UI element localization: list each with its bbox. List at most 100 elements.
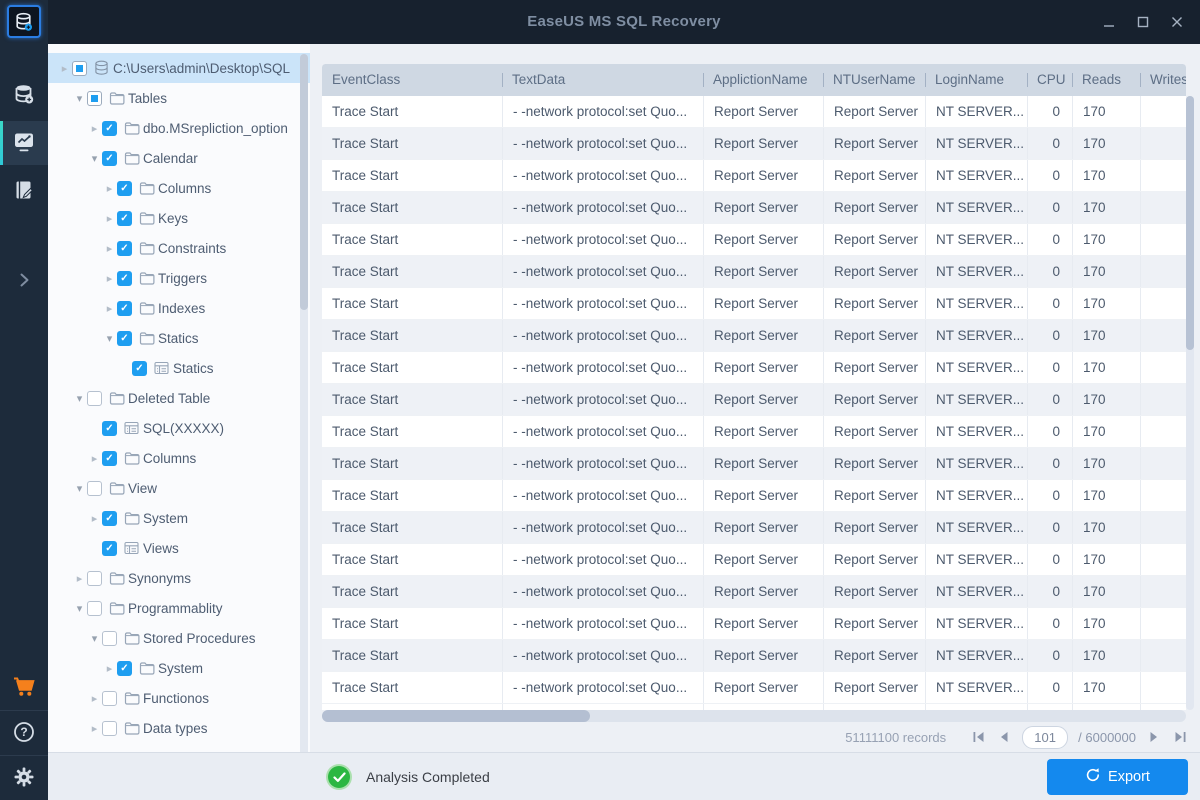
tree-item-c-users-admin-desktop-sql[interactable]: ▸ C:\Users\admin\Desktop\SQL	[48, 53, 310, 83]
table-row[interactable]: Trace Start - -network protocol:set Quo..…	[322, 416, 1186, 448]
tree-checkbox[interactable]	[87, 390, 102, 406]
tree-item-view[interactable]: ▾ View	[48, 473, 310, 503]
next-page-button[interactable]	[1146, 729, 1162, 745]
tree-expand-arrow-icon[interactable]: ▸	[88, 722, 101, 735]
table-row[interactable]: Trace Start - -network protocol:set Quo..…	[322, 160, 1186, 192]
tree-expand-arrow-icon[interactable]: ▸	[88, 122, 101, 135]
tree-item-tables[interactable]: ▾ Tables	[48, 83, 310, 113]
tree-expand-arrow-icon[interactable]: ▾	[88, 152, 101, 165]
tree-checkbox[interactable]: ✓	[102, 510, 117, 526]
page-number-input[interactable]	[1022, 725, 1069, 749]
tree-checkbox[interactable]: ✓	[102, 540, 117, 556]
tree-expand-arrow-icon[interactable]: ▸	[73, 572, 86, 585]
column-header-writes[interactable]: Writes	[1140, 64, 1186, 96]
tree-item-triggers[interactable]: ▸ ✓ Triggers	[48, 263, 310, 293]
tree-checkbox[interactable]: ✓	[102, 150, 117, 166]
tree-checkbox[interactable]	[87, 480, 102, 496]
last-page-button[interactable]	[1172, 729, 1188, 745]
table-row[interactable]: Trace Start - -network protocol:set Quo..…	[322, 288, 1186, 320]
tree-item-views[interactable]: ✓ Views	[48, 533, 310, 563]
tree-checkbox[interactable]	[72, 60, 87, 76]
tree-expand-arrow-icon[interactable]: ▸	[103, 182, 116, 195]
table-row[interactable]: Trace Start - -network protocol:set Quo..…	[322, 352, 1186, 384]
table-row[interactable]: Trace Start - -network protocol:set Quo..…	[322, 640, 1186, 672]
tree-item-calendar[interactable]: ▾ ✓ Calendar	[48, 143, 310, 173]
sidebar-item-cart[interactable]	[0, 666, 48, 710]
tree-expand-arrow-icon[interactable]: ▾	[73, 92, 86, 105]
tree-item-programmablity[interactable]: ▾ Programmablity	[48, 593, 310, 623]
tree-item-statics[interactable]: ▾ ✓ Statics	[48, 323, 310, 353]
tree-checkbox[interactable]: ✓	[117, 180, 132, 196]
column-header-eventclass[interactable]: EventClass	[322, 64, 502, 96]
table-row[interactable]: Trace Start - -network protocol:set Quo..…	[322, 512, 1186, 544]
table-row[interactable]: Trace Start - -network protocol:set Quo..…	[322, 128, 1186, 160]
table-row[interactable]: Trace Start - -network protocol:set Quo..…	[322, 256, 1186, 288]
tree-checkbox[interactable]	[102, 720, 117, 736]
table-row[interactable]: Trace Start - -network protocol:set Quo..…	[322, 224, 1186, 256]
tree-item-functionos[interactable]: ▸ Functionos	[48, 683, 310, 713]
tree-item-data-types[interactable]: ▸ Data types	[48, 713, 310, 743]
tree-item-sql-xxxxx-[interactable]: ✓ SQL(XXXXX)	[48, 413, 310, 443]
sidebar-collapse-chevron[interactable]	[0, 259, 48, 303]
table-row[interactable]: Trace Start - -network protocol:set Quo..…	[322, 96, 1186, 128]
tree-item-synonyms[interactable]: ▸ Synonyms	[48, 563, 310, 593]
tree-item-columns[interactable]: ▸ ✓ Columns	[48, 443, 310, 473]
tree-expand-arrow-icon[interactable]: ▾	[73, 392, 86, 405]
tree-item-constraints[interactable]: ▸ ✓ Constraints	[48, 233, 310, 263]
tree-item-statics[interactable]: ✓ Statics	[48, 353, 310, 383]
tree-expand-arrow-icon[interactable]: ▸	[88, 512, 101, 525]
column-header-cpu[interactable]: CPU	[1027, 64, 1072, 96]
tree-item-columns[interactable]: ▸ ✓ Columns	[48, 173, 310, 203]
table-row[interactable]: Trace Start - -network protocol:set Quo..…	[322, 544, 1186, 576]
tree-item-system[interactable]: ▸ ✓ System	[48, 503, 310, 533]
sidebar-item-settings[interactable]	[0, 756, 48, 800]
tree-item-stored-procedures[interactable]: ▾ Stored Procedures	[48, 623, 310, 653]
tree-checkbox[interactable]	[87, 570, 102, 586]
previous-page-button[interactable]	[996, 729, 1012, 745]
table-row[interactable]: Trace Start - -network protocol:set Quo..…	[322, 608, 1186, 640]
tree-expand-arrow-icon[interactable]: ▾	[73, 482, 86, 495]
tree-scrollbar-thumb[interactable]	[300, 54, 308, 310]
tree-item-keys[interactable]: ▸ ✓ Keys	[48, 203, 310, 233]
tree-expand-arrow-icon[interactable]: ▾	[103, 332, 116, 345]
export-button[interactable]: Export	[1047, 759, 1188, 795]
tree-item-deleted-table[interactable]: ▾ Deleted Table	[48, 383, 310, 413]
column-header-loginname[interactable]: LoginName	[925, 64, 1027, 96]
table-horizontal-scrollbar-track[interactable]	[322, 710, 1186, 722]
tree-item-dbo-msrepliction-option[interactable]: ▸ ✓ dbo.MSrepliction_option	[48, 113, 310, 143]
tree-expand-arrow-icon[interactable]: ▾	[88, 632, 101, 645]
maximize-button[interactable]	[1130, 9, 1156, 35]
tree-checkbox[interactable]	[102, 630, 117, 646]
column-header-applictionname[interactable]: ApplictionName	[703, 64, 823, 96]
tree-expand-arrow-icon[interactable]: ▸	[58, 62, 71, 75]
table-row[interactable]: Trace Start - -network protocol:set Quo..…	[322, 320, 1186, 352]
table-vertical-scrollbar-thumb[interactable]	[1186, 96, 1194, 350]
tree-checkbox[interactable]	[102, 690, 117, 706]
table-vertical-scrollbar-track[interactable]	[1186, 96, 1194, 710]
minimize-button[interactable]	[1096, 9, 1122, 35]
tree-checkbox[interactable]: ✓	[117, 660, 132, 676]
tree-checkbox[interactable]	[87, 600, 102, 616]
tree-expand-arrow-icon[interactable]: ▾	[73, 602, 86, 615]
tree-checkbox[interactable]: ✓	[117, 300, 132, 316]
tree-expand-arrow-icon[interactable]: ▸	[103, 212, 116, 225]
tree-checkbox[interactable]: ✓	[102, 450, 117, 466]
sidebar-item-notes[interactable]	[0, 169, 48, 213]
first-page-button[interactable]	[970, 729, 986, 745]
tree-expand-arrow-icon[interactable]: ▸	[103, 662, 116, 675]
tree-checkbox[interactable]: ✓	[132, 360, 147, 376]
table-row[interactable]: Trace Start - -network protocol:set Quo..…	[322, 672, 1186, 704]
sidebar-item-database-add[interactable]	[0, 73, 48, 117]
close-button[interactable]	[1164, 9, 1190, 35]
tree-item-indexes[interactable]: ▸ ✓ Indexes	[48, 293, 310, 323]
column-header-reads[interactable]: Reads	[1072, 64, 1140, 96]
tree-expand-arrow-icon[interactable]: ▸	[88, 692, 101, 705]
tree-item-system[interactable]: ▸ ✓ System	[48, 653, 310, 683]
tree-expand-arrow-icon[interactable]: ▸	[88, 452, 101, 465]
column-header-ntusername[interactable]: NTUserName	[823, 64, 925, 96]
tree-checkbox[interactable]: ✓	[102, 120, 117, 136]
table-row[interactable]: Trace Start - -network protocol:set Quo..…	[322, 192, 1186, 224]
tree-scrollbar-track[interactable]	[300, 54, 308, 752]
table-row[interactable]: Trace Start - -network protocol:set Quo..…	[322, 576, 1186, 608]
table-row[interactable]: Trace Start - -network protocol:set Quo..…	[322, 480, 1186, 512]
